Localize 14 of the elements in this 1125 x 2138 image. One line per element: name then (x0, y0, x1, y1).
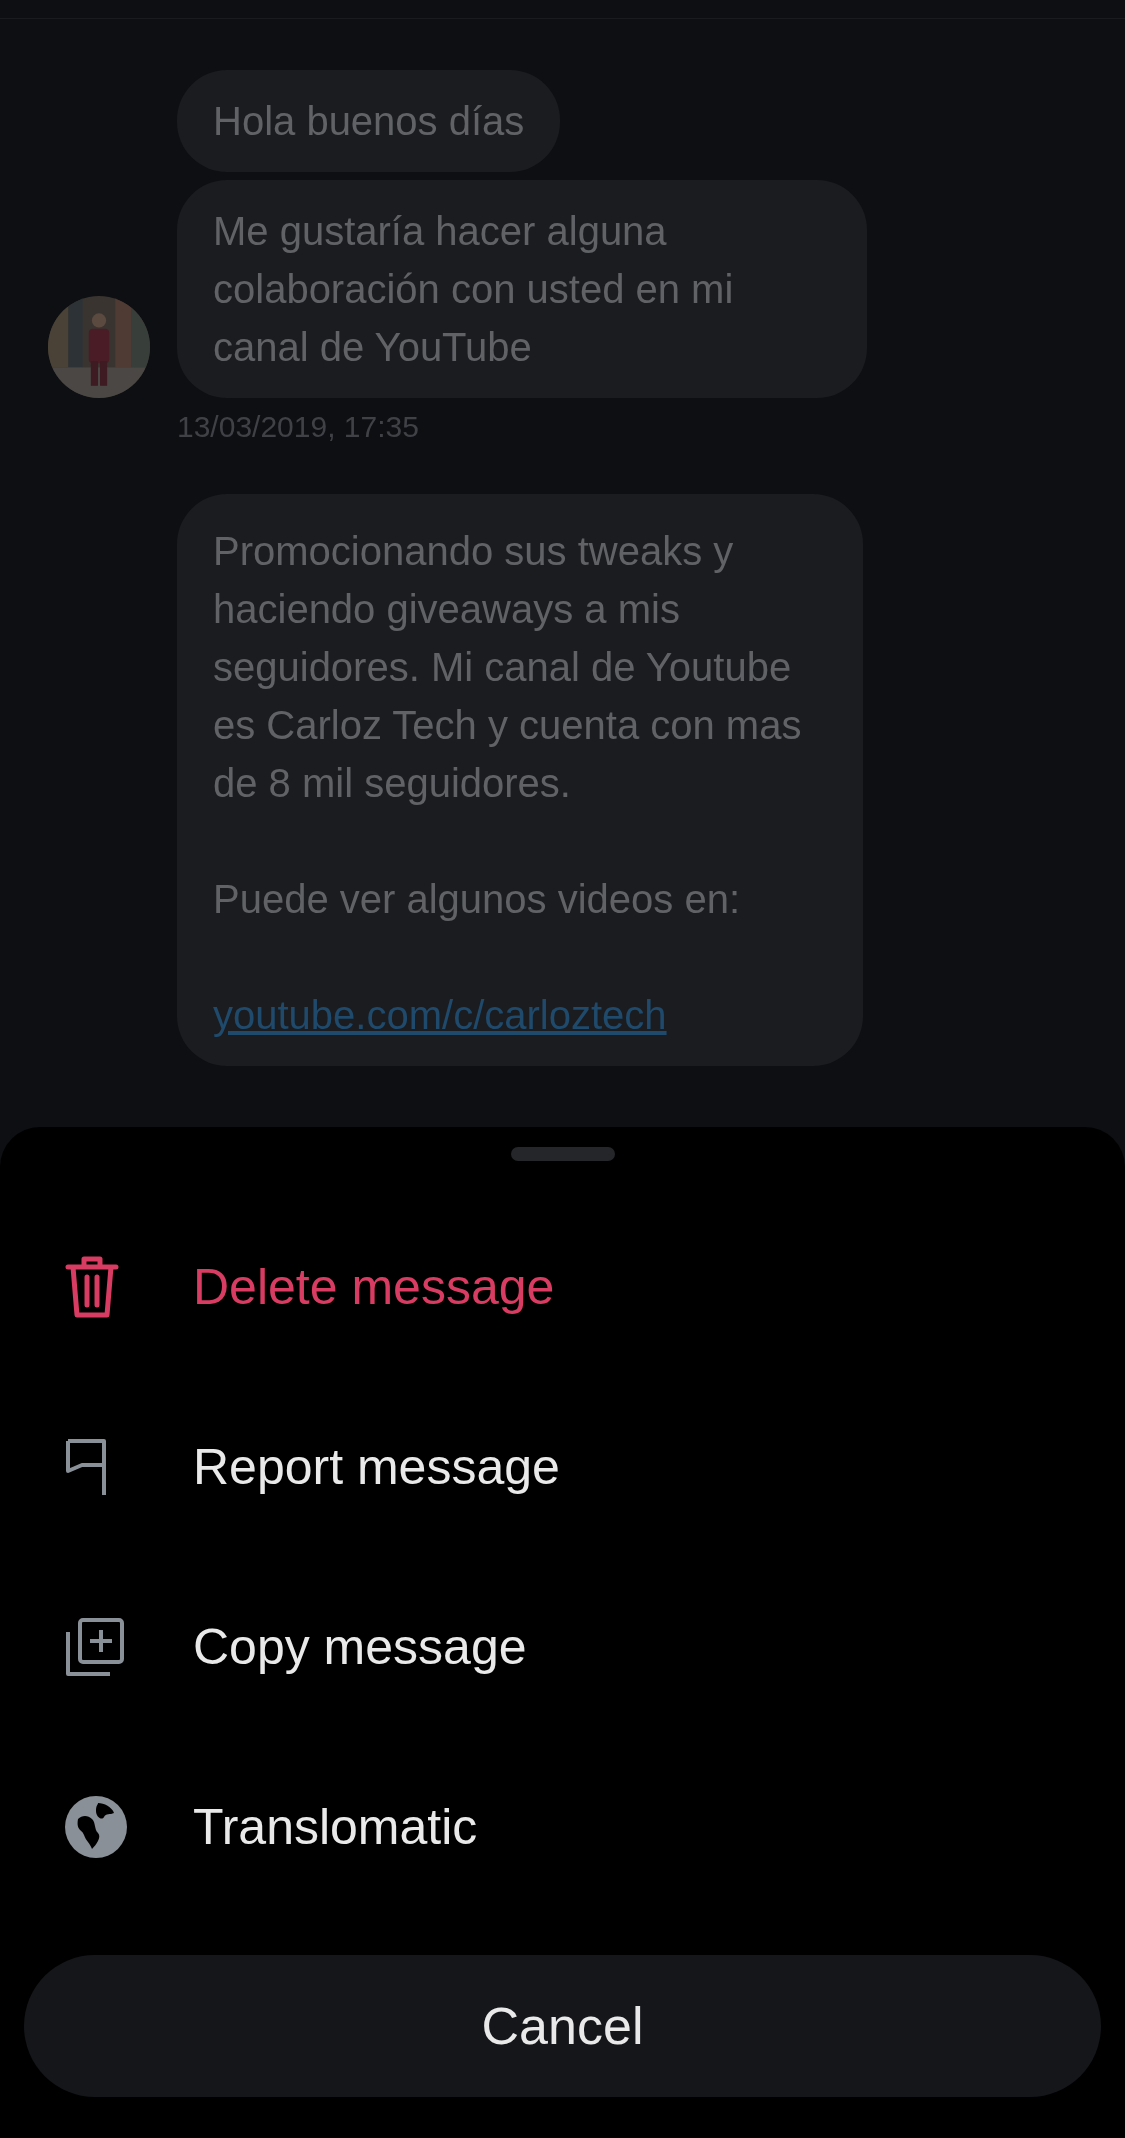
message-text: Puede ver algunos videos en: (213, 876, 742, 923)
message-bubble: Me gustaría hacer alguna colaboración con usted en mi canal de YouTube (177, 180, 867, 398)
action-item[interactable]: Copy message (24, 1557, 1101, 1737)
trash-icon (64, 1255, 120, 1319)
message-bubble: Hola buenos días (177, 70, 561, 172)
drag-handle[interactable] (510, 1147, 615, 1161)
cancel-button[interactable]: Cancel (24, 1955, 1101, 2097)
action-item[interactable]: Translomatic (24, 1737, 1101, 1917)
globe-icon (64, 1795, 128, 1859)
message-text: Promocionando sus tweaks y haciendo giveaways a mis seguidores. Mi canal de Youtube es Carloz Tech y cuenta con mas de 8 mil seguidores. (213, 528, 803, 807)
flag-icon (64, 1437, 108, 1497)
action-item[interactable]: Report message (24, 1377, 1101, 1557)
action-item[interactable]: Delete message (24, 1197, 1101, 1377)
copy-icon (64, 1616, 126, 1678)
